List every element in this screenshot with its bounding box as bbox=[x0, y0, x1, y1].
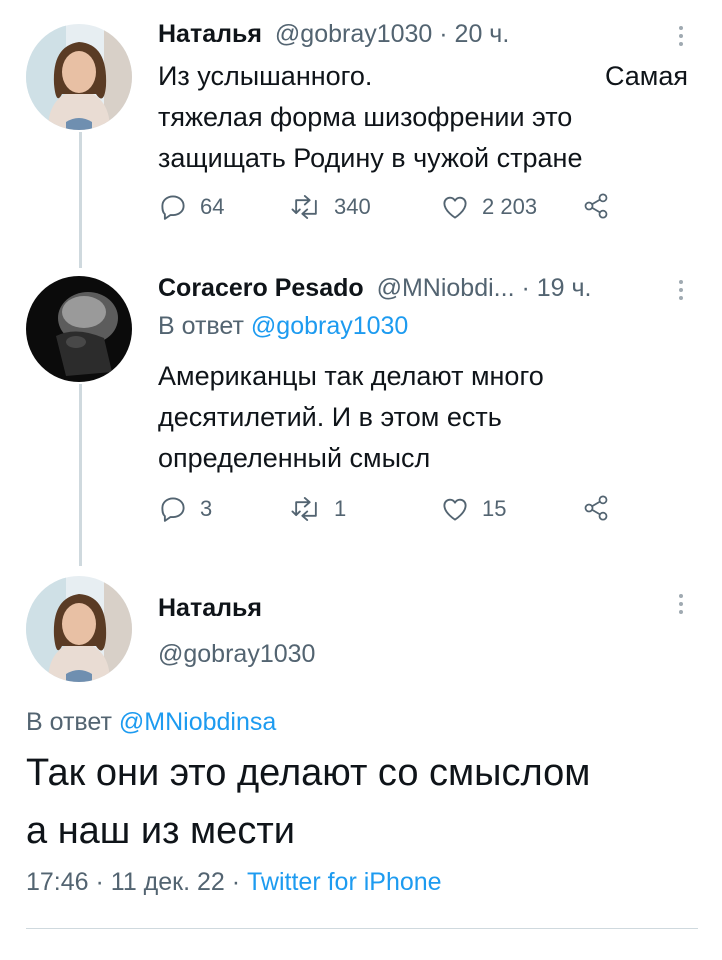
avatar[interactable] bbox=[26, 24, 132, 130]
retweet-icon bbox=[291, 194, 317, 219]
reply-to-label: В ответ bbox=[158, 312, 244, 340]
tweet-text-line: Из услышанного. bbox=[158, 61, 373, 91]
author-name[interactable]: Наталья bbox=[158, 594, 262, 623]
tweet-actions: 3 1 15 bbox=[158, 494, 628, 534]
timestamp[interactable]: 17:46 · 11 дек. 22 · bbox=[26, 868, 240, 896]
reply-to-handle[interactable]: @gobray1030 bbox=[251, 312, 408, 340]
reply-count: 3 bbox=[200, 496, 213, 521]
tweet-text: Американцы так делают много десятилетий.… bbox=[158, 356, 688, 479]
tweet-text-line: Так они это делают со смыслом bbox=[26, 752, 591, 794]
avatar-photo bbox=[26, 24, 132, 130]
like-button[interactable]: 2 203 bbox=[440, 192, 537, 222]
tweet-text-line: а наш из мести bbox=[26, 810, 295, 852]
avatar-photo bbox=[26, 576, 132, 682]
share-button[interactable] bbox=[582, 192, 610, 220]
avatar[interactable] bbox=[26, 576, 132, 682]
tweet-text-line: определенный смысл bbox=[158, 443, 431, 473]
share-button[interactable] bbox=[582, 494, 610, 522]
reply-icon bbox=[161, 195, 185, 220]
reply-button[interactable]: 64 bbox=[158, 192, 224, 222]
author-name[interactable]: Coracero Pesado bbox=[158, 274, 364, 302]
source-link[interactable]: Twitter for iPhone bbox=[247, 868, 442, 896]
avatar[interactable] bbox=[26, 276, 132, 382]
like-icon bbox=[443, 196, 467, 219]
avatar-photo bbox=[26, 276, 132, 382]
tweet-text-line: защищать Родину в чужой стране bbox=[158, 143, 583, 173]
tweet-text-line: Американцы так делают много bbox=[158, 361, 544, 391]
share-icon bbox=[584, 193, 608, 219]
tweet-text: Из услышанного. Самая тяжелая форма шизо… bbox=[158, 56, 688, 179]
tweet-actions: 64 340 2 203 bbox=[158, 192, 628, 232]
author-meta[interactable]: @MNiobdi... · 19 ч. bbox=[377, 274, 592, 302]
more-icon[interactable] bbox=[676, 280, 686, 304]
tweet-text: Так они это делают со смыслом а наш из м… bbox=[26, 744, 716, 860]
thread-line bbox=[79, 132, 82, 268]
tweet-text-line: Самая bbox=[604, 61, 688, 91]
more-icon[interactable] bbox=[676, 26, 686, 50]
like-count: 2 203 bbox=[482, 194, 538, 219]
author-name[interactable]: Наталья bbox=[158, 20, 262, 48]
reply-to-label: В ответ bbox=[26, 708, 112, 736]
retweet-icon bbox=[291, 497, 317, 521]
tweet-text-line: десятилетий. И в этом есть bbox=[158, 402, 502, 432]
retweet-count: 1 bbox=[334, 496, 347, 521]
tweet-text-line: тяжелая форма шизофрении это bbox=[158, 102, 573, 132]
reply-button[interactable]: 3 bbox=[158, 494, 212, 524]
reply-count: 64 bbox=[200, 194, 225, 219]
like-button[interactable]: 15 bbox=[440, 494, 506, 524]
author-handle[interactable]: @gobray1030 bbox=[158, 640, 315, 669]
like-icon bbox=[443, 498, 467, 521]
author-meta[interactable]: @gobray1030 · 20 ч. bbox=[275, 20, 509, 48]
retweet-count: 340 bbox=[334, 194, 371, 219]
reply-icon bbox=[161, 497, 185, 522]
share-icon bbox=[584, 495, 608, 521]
thread-line bbox=[79, 384, 82, 566]
retweet-button[interactable]: 340 bbox=[290, 192, 371, 222]
reply-to-handle[interactable]: @MNiobdinsa bbox=[119, 708, 276, 736]
divider bbox=[26, 928, 698, 929]
like-count: 15 bbox=[482, 496, 507, 521]
more-icon[interactable] bbox=[676, 594, 686, 618]
retweet-button[interactable]: 1 bbox=[290, 494, 346, 524]
